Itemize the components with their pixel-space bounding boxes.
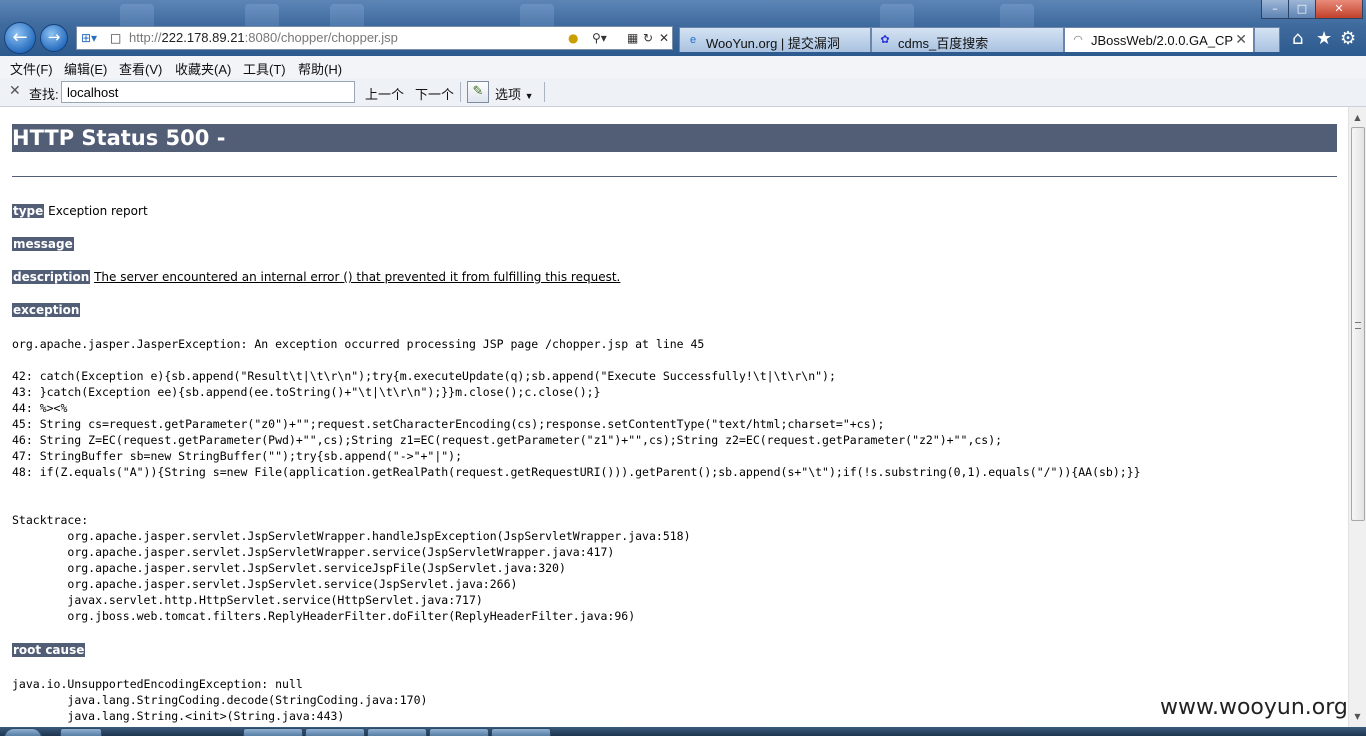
favorites-star-icon[interactable]: ★ — [1316, 28, 1332, 49]
find-separator — [544, 82, 545, 102]
arrow-left-icon: ← — [12, 27, 28, 48]
address-bar[interactable]: ⊞▾ □ http://222.178.89.21:8080/chopper/c… — [76, 26, 673, 50]
search-icon[interactable]: ⚲▾ — [592, 31, 607, 45]
tab-wooyun[interactable]: e WooYun.org | 提交漏洞 — [679, 27, 871, 52]
type-row: type Exception report — [12, 203, 148, 220]
scroll-up-icon[interactable]: ▲ — [1349, 109, 1366, 126]
tools-gear-icon[interactable]: ⚙ — [1340, 28, 1356, 49]
grip-icon — [1355, 322, 1361, 329]
menu-help[interactable]: 帮助(H) — [298, 59, 342, 78]
find-prev-button[interactable]: 上一个 — [365, 84, 404, 103]
close-find-icon[interactable]: ✕ — [9, 83, 21, 99]
stop-icon[interactable]: ✕ — [659, 31, 669, 45]
find-bar: ✕ 查找: 上一个 下一个 ✎ 选项 ▼ — [0, 78, 1366, 107]
page-content: HTTP Status 500 - type Exception report … — [0, 107, 1348, 727]
scroll-thumb[interactable] — [1351, 127, 1365, 521]
new-tab-button[interactable] — [1254, 27, 1280, 52]
home-icon[interactable]: ⌂ — [1292, 28, 1303, 49]
menu-bar: 文件(F) 编辑(E) 查看(V) 收藏夹(A) 工具(T) 帮助(H) — [0, 56, 1366, 79]
exception-trace: org.apache.jasper.JasperException: An ex… — [12, 337, 1141, 623]
compat-icon[interactable]: ▦ — [627, 31, 638, 45]
loading-icon: ◠ — [1073, 34, 1083, 46]
description-value: The server encountered an internal error… — [94, 270, 621, 284]
find-separator — [460, 82, 461, 102]
description-label: description — [12, 270, 91, 284]
message-label: message — [12, 237, 74, 251]
baidu-paw-icon: ✿ — [880, 34, 890, 46]
menu-favorites[interactable]: 收藏夹(A) — [175, 59, 231, 78]
browser-titlebar: – □ ✕ ← → ⊞▾ □ http://222.178.89.21:8080… — [0, 0, 1366, 56]
exception-label: exception — [12, 303, 81, 317]
find-options-label: 选项 — [495, 87, 522, 102]
close-tab-icon[interactable]: ✕ — [1235, 31, 1247, 48]
find-options-button[interactable]: 选项 ▼ — [495, 84, 534, 103]
minimize-button[interactable]: – — [1261, 0, 1289, 19]
taskbar — [0, 727, 1366, 736]
find-next-button[interactable]: 下一个 — [415, 84, 454, 103]
find-input[interactable] — [61, 81, 355, 103]
taskbar-item[interactable] — [305, 728, 365, 736]
description-row: description The server encountered an in… — [12, 269, 620, 286]
menu-file[interactable]: 文件(F) — [10, 59, 53, 78]
exception-row: exception — [12, 302, 81, 319]
root-cause-trace: java.io.UnsupportedEncodingException: nu… — [12, 677, 428, 723]
taskbar-item[interactable] — [367, 728, 427, 736]
root-cause-label: root cause — [12, 643, 86, 657]
taskbar-item[interactable] — [429, 728, 489, 736]
chevron-down-icon: ▼ — [524, 91, 534, 101]
tab-baidu[interactable]: ✿ cdms_百度搜索 — [871, 27, 1064, 52]
url-text[interactable]: http://222.178.89.21:8080/chopper/choppe… — [129, 30, 398, 45]
compat-view-icon[interactable]: ● — [568, 31, 578, 45]
tab-label: WooYun.org | 提交漏洞 — [706, 36, 840, 51]
taskbar-item[interactable] — [243, 728, 303, 736]
taskbar-item[interactable] — [60, 728, 102, 736]
refresh-icon[interactable]: ↻ — [643, 31, 653, 45]
add-favorite-icon[interactable]: ⊞▾ — [81, 31, 97, 45]
arrow-right-icon: → — [47, 28, 61, 46]
message-row: message — [12, 236, 74, 253]
ie-icon: e — [689, 34, 697, 46]
watermark: www.wooyun.org — [1160, 695, 1348, 720]
type-label: type — [12, 204, 45, 218]
scroll-down-icon[interactable]: ▼ — [1349, 708, 1366, 725]
tab-jbossweb[interactable]: ◠ JBossWeb/2.0.0.GA_CP ✕ — [1064, 27, 1254, 52]
tab-label: JBossWeb/2.0.0.GA_CP — [1091, 33, 1234, 48]
back-button[interactable]: ← — [4, 22, 36, 54]
page-title: HTTP Status 500 - — [12, 124, 1337, 152]
tab-label: cdms_百度搜索 — [898, 36, 989, 51]
close-window-button[interactable]: ✕ — [1315, 0, 1363, 19]
highlight-matches-icon[interactable]: ✎ — [467, 81, 489, 103]
maximize-button[interactable]: □ — [1288, 0, 1316, 19]
menu-tools[interactable]: 工具(T) — [243, 59, 286, 78]
vertical-scrollbar[interactable]: ▲ ▼ — [1348, 107, 1366, 727]
root-cause-row: root cause — [12, 642, 86, 659]
divider — [12, 176, 1337, 177]
menu-edit[interactable]: 编辑(E) — [64, 59, 107, 78]
find-label: 查找: — [29, 87, 59, 102]
type-value: Exception report — [48, 204, 148, 218]
taskbar-item[interactable] — [491, 728, 551, 736]
forward-button[interactable]: → — [40, 24, 68, 52]
start-button[interactable] — [4, 728, 42, 736]
page-icon: □ — [110, 31, 122, 45]
menu-view[interactable]: 查看(V) — [119, 59, 162, 78]
